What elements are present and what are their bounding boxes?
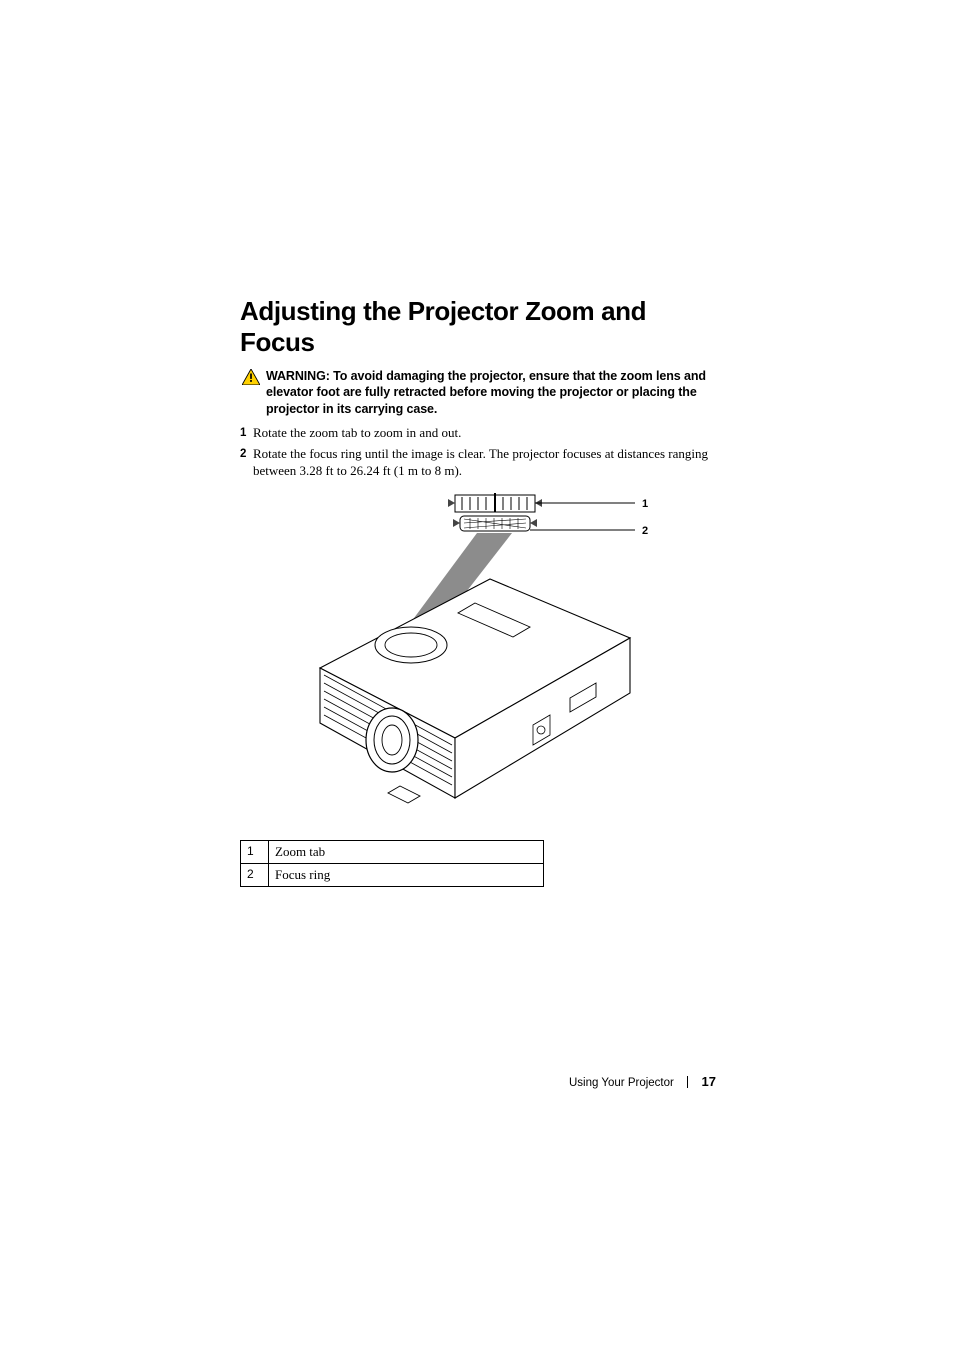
step-text: Rotate the focus ring until the image is… [253, 446, 710, 480]
warning-note: WARNING: To avoid damaging the projector… [240, 368, 710, 417]
warning-text: WARNING: To avoid damaging the projector… [266, 368, 710, 417]
legend-number: 1 [241, 841, 269, 864]
list-item: 2 Rotate the focus ring until the image … [240, 446, 710, 480]
section-heading: Adjusting the Projector Zoom and Focus [240, 296, 710, 358]
callout-1: 1 [642, 498, 648, 510]
table-row: 2 Focus ring [241, 864, 544, 887]
warning-icon [242, 369, 260, 390]
warning-body: To avoid damaging the projector, ensure … [266, 369, 706, 416]
projector-body [320, 579, 630, 803]
list-item: 1 Rotate the zoom tab to zoom in and out… [240, 425, 710, 442]
step-number: 2 [240, 446, 249, 480]
legend-label: Zoom tab [269, 841, 544, 864]
footer-page-number: 17 [702, 1074, 716, 1089]
focus-ring-icon [453, 516, 537, 531]
zoom-tab-icon [448, 493, 542, 512]
legend-table: 1 Zoom tab 2 Focus ring [240, 840, 544, 887]
callout-2: 2 [642, 525, 648, 537]
footer-section: Using Your Projector [569, 1077, 674, 1089]
page-footer: Using Your Projector 17 [0, 1074, 716, 1089]
legend-number: 2 [241, 864, 269, 887]
step-number: 1 [240, 425, 249, 442]
warning-prefix: WARNING: [266, 369, 330, 383]
step-text: Rotate the zoom tab to zoom in and out. [253, 425, 710, 442]
step-list: 1 Rotate the zoom tab to zoom in and out… [240, 425, 710, 480]
footer-separator [687, 1076, 688, 1088]
legend-label: Focus ring [269, 864, 544, 887]
table-row: 1 Zoom tab [241, 841, 544, 864]
projector-diagram: 1 2 [240, 493, 710, 818]
